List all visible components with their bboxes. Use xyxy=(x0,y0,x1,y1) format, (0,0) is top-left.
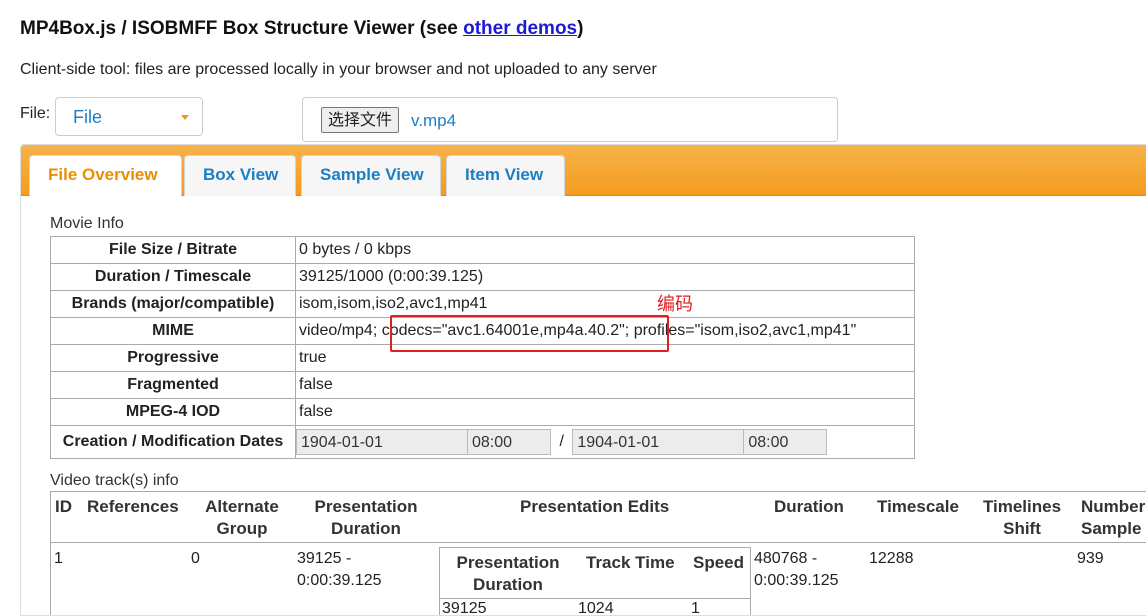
header-timelines-shift: Timelines Shift xyxy=(982,497,1062,538)
row-key: File Size / Bitrate xyxy=(50,236,296,264)
codecs-highlight-box xyxy=(390,315,669,352)
tab-item-view[interactable]: Item View xyxy=(446,155,565,196)
edits-header-track-time: Track Time xyxy=(586,553,675,572)
modification-time-input[interactable]: 08:00 xyxy=(743,429,828,455)
codec-annotation-label: 编码 xyxy=(657,294,693,315)
date-separator: / xyxy=(559,433,564,451)
tab-box-view[interactable]: Box View xyxy=(184,155,296,196)
row-key: Creation / Modification Dates xyxy=(50,425,296,459)
choose-file-button[interactable]: 选择文件 xyxy=(321,107,400,133)
video-tracks-label: Video track(s) info xyxy=(50,472,179,489)
row-key: Progressive xyxy=(50,344,296,372)
row-value: 39125/1000 (0:00:39.125) xyxy=(295,263,915,291)
viewer-panel: File Overview Box View Sample View Item … xyxy=(20,144,1146,616)
header-number-samples: Number Sample xyxy=(1081,497,1146,538)
edits-header-speed: Speed xyxy=(693,553,745,572)
header-id: ID xyxy=(55,497,72,516)
video-tracks-table: ID References Alternate Group Presentati… xyxy=(50,491,1146,616)
table-row: Creation / Modification Dates 1904-01-01… xyxy=(50,425,915,459)
cell-duration: 480768 - 0:00:39.125 xyxy=(754,550,839,589)
row-key: Brands (major/compatible) xyxy=(50,290,296,318)
file-input-box: 选择文件 v.mp4 xyxy=(302,97,838,142)
header-duration: Duration xyxy=(774,497,844,516)
edits-cell-speed: 1 xyxy=(691,600,700,616)
other-demos-link[interactable]: other demos xyxy=(463,18,577,39)
file-source-dropdown[interactable]: File xyxy=(55,97,203,136)
header-presentation-duration: Presentation Duration xyxy=(314,497,418,538)
table-row: File Size / Bitrate 0 bytes / 0 kbps xyxy=(50,236,915,264)
page-title: MP4Box.js / ISOBMFF Box Structure Viewer… xyxy=(20,18,583,40)
edits-cell-track-time: 1024 xyxy=(578,600,614,616)
row-value: 0 bytes / 0 kbps xyxy=(295,236,915,264)
edits-divider xyxy=(440,598,750,599)
cell-number-samples: 939 xyxy=(1077,550,1104,567)
tab-bar: File Overview Box View Sample View Item … xyxy=(21,145,1146,197)
file-label: File: xyxy=(20,105,51,122)
row-value: false xyxy=(295,398,915,426)
cell-timescale: 12288 xyxy=(869,550,914,567)
row-value: isom,isom,iso2,avc1,mp41 xyxy=(295,290,915,318)
dropdown-value: File xyxy=(73,107,103,127)
edits-header-presentation-duration: Presentation Duration xyxy=(456,553,560,594)
header-presentation-edits: Presentation Edits xyxy=(520,497,670,516)
presentation-edits-table: Presentation Duration Track Time Speed 3… xyxy=(439,547,751,616)
title-suffix: ) xyxy=(577,18,584,39)
movie-info-label: Movie Info xyxy=(50,215,124,232)
title-text: MP4Box.js / ISOBMFF Box Structure Viewer… xyxy=(20,18,464,39)
selected-file-name: v.mp4 xyxy=(411,111,457,130)
modification-date-input[interactable]: 1904-01-01 xyxy=(572,429,745,455)
header-references: References xyxy=(87,497,179,516)
page-subtitle: Client-side tool: files are processed lo… xyxy=(20,61,657,78)
cell-id: 1 xyxy=(54,550,63,567)
header-alternate-group: Alternate Group xyxy=(205,497,279,538)
table-row: MPEG-4 IOD false xyxy=(50,398,915,426)
tab-sample-view[interactable]: Sample View xyxy=(301,155,441,196)
row-key: Duration / Timescale xyxy=(50,263,296,291)
caret-down-icon xyxy=(181,115,189,120)
tab-file-overview[interactable]: File Overview xyxy=(29,155,182,197)
table-row: Duration / Timescale 39125/1000 (0:00:39.… xyxy=(50,263,915,291)
row-key: Fragmented xyxy=(50,371,296,399)
edits-cell-presentation-duration: 39125 xyxy=(442,600,487,616)
table-row: Fragmented false xyxy=(50,371,915,399)
table-header: ID References Alternate Group Presentati… xyxy=(51,492,1146,543)
cell-alternate-group: 0 xyxy=(191,550,200,567)
header-timescale: Timescale xyxy=(877,497,959,516)
row-key: MIME xyxy=(50,317,296,345)
creation-time-input[interactable]: 08:00 xyxy=(467,429,551,455)
dates-value: 1904-01-01 08:00 / 1904-01-01 08:00 xyxy=(295,425,915,459)
creation-date-input[interactable]: 1904-01-01 xyxy=(296,429,468,455)
row-key: MPEG-4 IOD xyxy=(50,398,296,426)
cell-presentation-duration: 39125 - 0:00:39.125 xyxy=(297,550,382,589)
row-value: false xyxy=(295,371,915,399)
table-row: Brands (major/compatible) isom,isom,iso2,… xyxy=(50,290,915,318)
